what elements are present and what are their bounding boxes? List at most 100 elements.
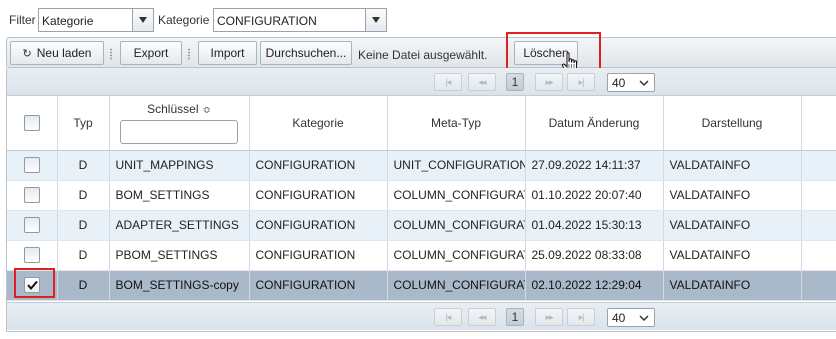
table-row[interactable]: D BOM_SETTINGS CONFIGURATION COLUMN_CONF…: [7, 180, 836, 211]
data-grid: |◂ ◂◂ 1 ▸▸ ▸| 40 Typ Schlüssel ≎ Kategori…: [6, 68, 836, 332]
current-page-number[interactable]: 1: [506, 308, 524, 326]
kategorie-label: Kategorie: [158, 13, 210, 27]
table-row-selected[interactable]: D BOM_SETTINGS-copy CONFIGURATION COLUMN…: [7, 270, 836, 301]
table-row[interactable]: D UNIT_MAPPINGS CONFIGURATION UNIT_CONFI…: [7, 150, 836, 181]
filter-bar: Filter Kategorie Kategorie CONFIGURATION: [0, 0, 836, 38]
next-page-icon[interactable]: ▸▸: [535, 308, 563, 326]
kategorie-select[interactable]: CONFIGURATION: [213, 8, 387, 32]
column-header-extra: [801, 96, 836, 151]
data-table: Typ Schlüssel ≎ Kategorie Meta-Typ Datum …: [7, 96, 836, 301]
column-header-meta-typ[interactable]: Meta-Typ: [387, 96, 526, 151]
datum-cell: 01.10.2022 20:07:40: [525, 180, 664, 211]
page-size-value: 40: [612, 76, 626, 90]
column-header-schluessel[interactable]: Schlüssel ≎: [109, 96, 250, 151]
refresh-icon: ↻: [22, 47, 32, 60]
datum-cell: 27.09.2022 14:11:37: [525, 150, 664, 181]
row-checkbox[interactable]: [23, 187, 40, 203]
darstellung-cell: VALDATAINFO: [663, 270, 802, 301]
darstellung-cell: VALDATAINFO: [663, 180, 802, 211]
meta-typ-cell: COLUMN_CONFIGURAT: [387, 210, 526, 241]
kategorie-cell: CONFIGURATION: [249, 210, 388, 241]
row-select-cell[interactable]: [7, 150, 58, 181]
current-page-number[interactable]: 1: [506, 73, 524, 91]
key-cell: BOM_SETTINGS-copy: [109, 270, 250, 301]
column-header-darstellung[interactable]: Darstellung: [663, 96, 802, 151]
page-size-select[interactable]: 40: [607, 73, 655, 92]
next-page-icon[interactable]: ▸▸: [535, 73, 563, 91]
chevron-down-icon[interactable]: [365, 9, 386, 31]
meta-typ-cell: COLUMN_CONFIGURAT: [387, 180, 526, 211]
filter-select[interactable]: Kategorie: [38, 8, 154, 32]
row-select-cell[interactable]: [7, 180, 58, 211]
last-page-icon[interactable]: ▸|: [567, 73, 595, 91]
column-header-typ[interactable]: Typ: [57, 96, 110, 151]
kategorie-cell: CONFIGURATION: [249, 150, 388, 181]
column-header-kategorie[interactable]: Kategorie: [249, 96, 388, 151]
toolbar-grip-divider: [109, 48, 113, 60]
prev-page-icon[interactable]: ◂◂: [468, 308, 496, 326]
typ-cell: D: [57, 270, 110, 301]
row-checkbox[interactable]: [23, 217, 40, 233]
page-size-select[interactable]: 40: [607, 308, 655, 327]
prev-page-icon[interactable]: ◂◂: [468, 73, 496, 91]
select-all-checkbox[interactable]: [23, 114, 40, 131]
browse-file-button[interactable]: Durchsuchen...: [260, 41, 352, 65]
kategorie-select-value: CONFIGURATION: [217, 14, 317, 28]
toolbar: ↻ Neu laden Export Import Durchsuchen...…: [6, 37, 836, 68]
kategorie-cell: CONFIGURATION: [249, 180, 388, 211]
page-size-value: 40: [612, 311, 626, 325]
kategorie-cell: CONFIGURATION: [249, 270, 388, 301]
datum-cell: 02.10.2022 12:29:04: [525, 270, 664, 301]
reload-button[interactable]: ↻ Neu laden: [10, 41, 104, 65]
extra-cell: [801, 210, 836, 241]
typ-cell: D: [57, 210, 110, 241]
table-row[interactable]: D PBOM_SETTINGS CONFIGURATION COLUMN_CON…: [7, 240, 836, 271]
checkbox-highlight-box: [14, 268, 55, 298]
datum-cell: 25.09.2022 08:33:08: [525, 240, 664, 271]
column-header-datum[interactable]: Datum Änderung: [525, 96, 664, 151]
import-button[interactable]: Import: [198, 41, 257, 65]
first-page-icon[interactable]: |◂: [434, 308, 462, 326]
export-button-label: Export: [133, 46, 169, 60]
key-cell: ADAPTER_SETTINGS: [109, 210, 250, 241]
chevron-down-icon: [639, 315, 649, 322]
kategorie-cell: CONFIGURATION: [249, 240, 388, 271]
extra-cell: [801, 240, 836, 271]
table-row[interactable]: D ADAPTER_SETTINGS CONFIGURATION COLUMN_…: [7, 210, 836, 241]
typ-cell: D: [57, 180, 110, 211]
row-checkbox[interactable]: [23, 247, 40, 263]
first-page-icon[interactable]: |◂: [434, 73, 462, 91]
chevron-down-icon: [639, 80, 649, 87]
import-button-label: Import: [210, 46, 245, 60]
filter-label: Filter: [9, 13, 36, 27]
browse-file-button-label: Durchsuchen...: [265, 46, 347, 60]
bottom-pager: |◂ ◂◂ 1 ▸▸ ▸| 40: [7, 302, 836, 330]
darstellung-cell: VALDATAINFO: [663, 210, 802, 241]
row-select-cell[interactable]: [7, 240, 58, 271]
key-cell: UNIT_MAPPINGS: [109, 150, 250, 181]
filter-select-value: Kategorie: [42, 14, 94, 28]
table-header-row: Typ Schlüssel ≎ Kategorie Meta-Typ Datum …: [7, 96, 836, 151]
last-page-icon[interactable]: ▸|: [567, 308, 595, 326]
meta-typ-cell: COLUMN_CONFIGURAT: [387, 270, 526, 301]
reload-button-label: Neu laden: [36, 46, 92, 60]
schluessel-filter-input[interactable]: [120, 120, 238, 144]
darstellung-cell: VALDATAINFO: [663, 240, 802, 271]
extra-cell: [801, 180, 836, 211]
sort-icon[interactable]: ≎: [202, 105, 210, 116]
chevron-down-icon[interactable]: [132, 9, 153, 31]
toolbar-grip-divider: [187, 48, 191, 60]
key-cell: BOM_SETTINGS: [109, 180, 250, 211]
typ-cell: D: [57, 240, 110, 271]
row-select-cell[interactable]: [7, 210, 58, 241]
export-button[interactable]: Export: [120, 41, 182, 65]
top-pager: |◂ ◂◂ 1 ▸▸ ▸| 40: [7, 68, 836, 96]
no-file-selected-text: Keine Datei ausgewählt.: [358, 48, 488, 62]
row-checkbox[interactable]: [23, 157, 40, 173]
meta-typ-cell: COLUMN_CONFIGURAT: [387, 240, 526, 271]
extra-cell: [801, 150, 836, 181]
column-header-schluessel-label: Schlüssel: [147, 102, 199, 116]
meta-typ-cell: UNIT_CONFIGURATION: [387, 150, 526, 181]
datum-cell: 01.04.2022 15:30:13: [525, 210, 664, 241]
select-all-header[interactable]: [7, 96, 58, 151]
